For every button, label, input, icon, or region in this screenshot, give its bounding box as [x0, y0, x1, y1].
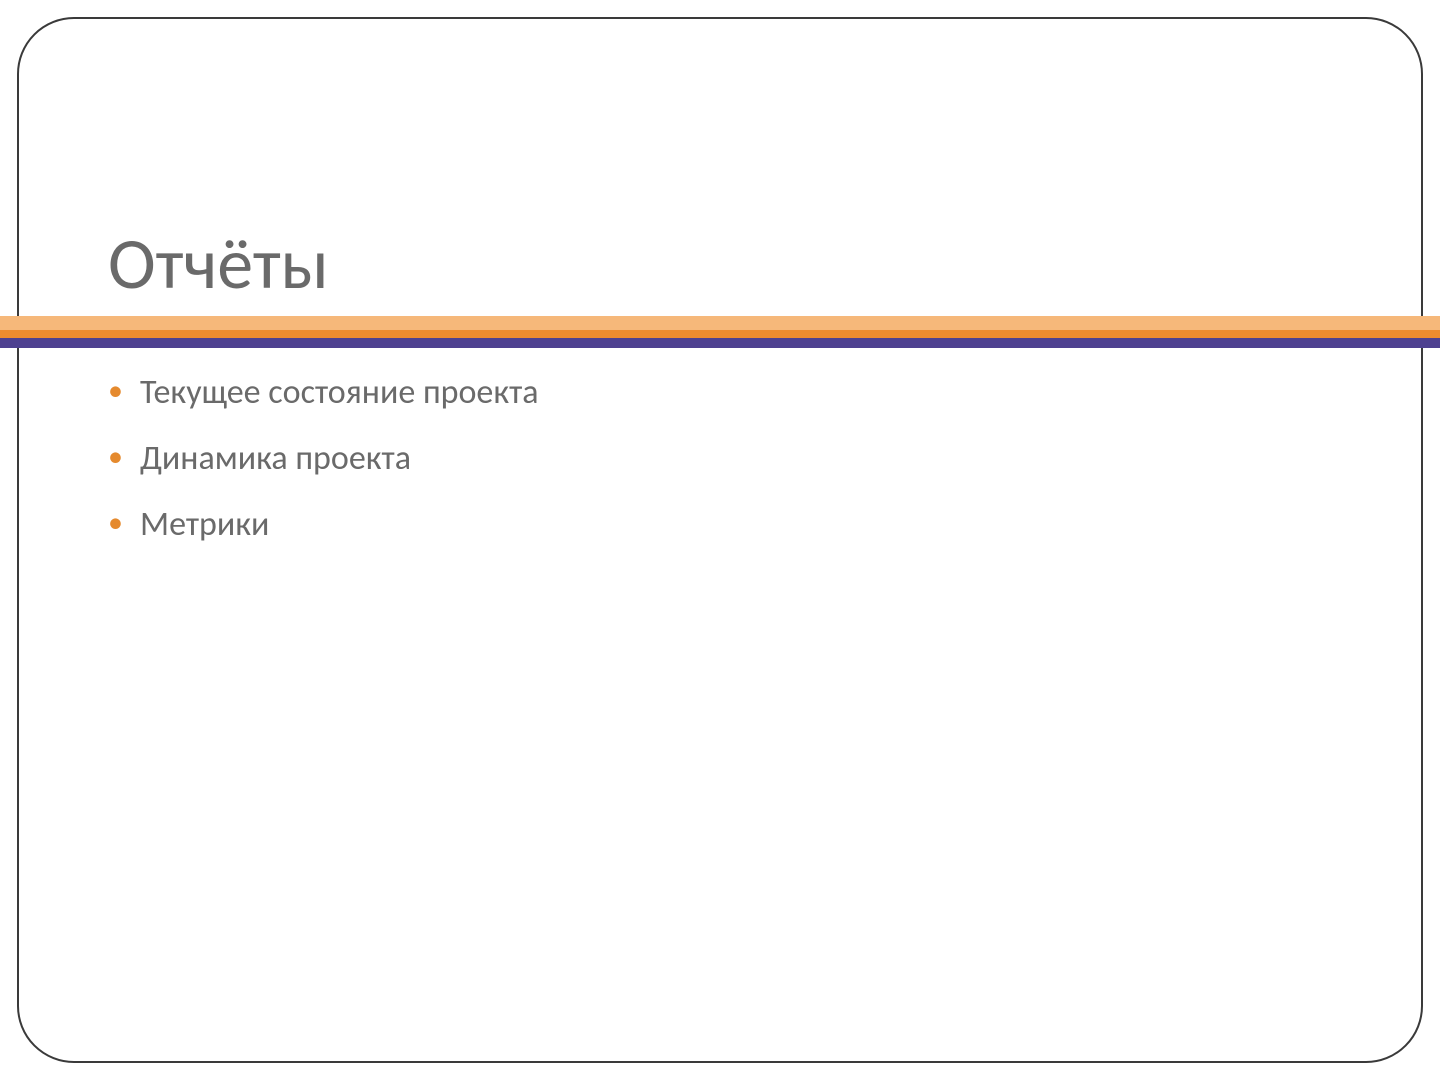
slide: Отчёты Текущее состояние проекта Динамик…: [0, 0, 1440, 1080]
slide-body-list: Текущее состояние проекта Динамика проек…: [108, 370, 539, 568]
list-item: Текущее состояние проекта: [108, 370, 539, 416]
slide-title: Отчёты: [108, 225, 329, 304]
stripe-orange: [0, 330, 1440, 338]
stripe-purple: [0, 338, 1440, 348]
stripe-light-orange: [0, 316, 1440, 330]
accent-stripes: [0, 316, 1440, 348]
list-item: Динамика проекта: [108, 436, 539, 482]
list-item: Метрики: [108, 502, 539, 548]
